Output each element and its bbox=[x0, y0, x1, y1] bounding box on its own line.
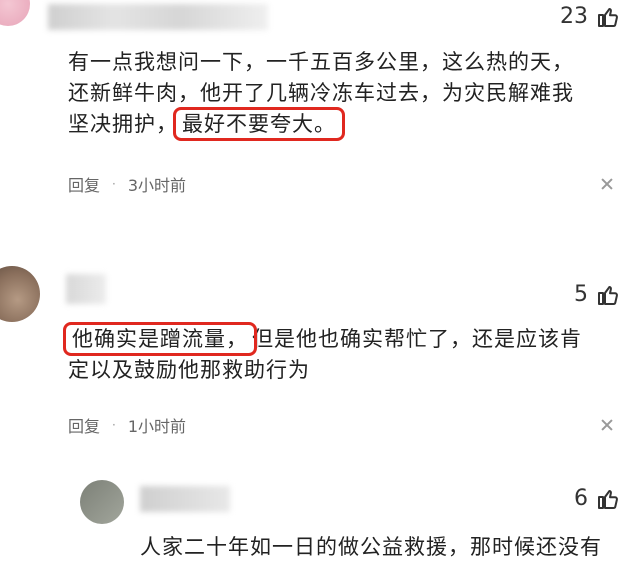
reply-button[interactable]: 回复 bbox=[68, 413, 100, 437]
text-line: 有一点我想问一下，一千五百多公里，这么热的天， bbox=[68, 50, 574, 74]
comment-meta: 回复 · 1小时前 bbox=[68, 413, 186, 437]
comment-text: 他确实是蹭流量， 但是他也确实帮忙了，还是应该肯 定以及鼓励他那救助行为 bbox=[63, 322, 628, 386]
highlighted-phrase: 最好不要夸大。 bbox=[173, 107, 345, 141]
like-count: 23 bbox=[560, 4, 588, 29]
highlighted-phrase: 他确实是蹭流量， bbox=[63, 322, 257, 356]
comment-1: 23 有一点我想问一下，一千五百多公里，这么热的天， 还新鲜牛肉，他开了几辆冷冻… bbox=[0, 0, 640, 220]
thumbs-up-icon bbox=[598, 285, 618, 305]
like-count: 5 bbox=[574, 282, 588, 307]
text-line-1: 他确实是蹭流量， 但是他也确实帮忙了，还是应该肯 bbox=[63, 322, 628, 356]
text-segment: 坚决拥护， bbox=[68, 112, 178, 136]
timestamp: 3小时前 bbox=[127, 176, 187, 195]
thumbs-up-icon bbox=[598, 7, 618, 27]
username-blurred[interactable] bbox=[140, 486, 230, 512]
text-line-3: 坚决拥护， 最好不要夸大。 bbox=[68, 107, 628, 141]
separator-dot: · bbox=[112, 177, 116, 191]
text-segment: 但是他也确实帮忙了，还是应该肯 bbox=[252, 327, 582, 351]
comment-meta: 回复 · 3小时前 bbox=[68, 172, 186, 196]
close-icon[interactable] bbox=[601, 419, 613, 431]
username-blurred[interactable] bbox=[48, 4, 268, 30]
like-button[interactable]: 23 bbox=[560, 4, 620, 29]
avatar[interactable] bbox=[80, 480, 124, 524]
like-button[interactable]: 6 bbox=[574, 486, 620, 511]
close-icon[interactable] bbox=[601, 178, 613, 190]
avatar[interactable] bbox=[0, 266, 40, 322]
reply-button[interactable]: 回复 bbox=[68, 172, 100, 196]
text-line: 还新鲜牛肉，他开了几辆冷冻车过去，为灾民解难我 bbox=[68, 81, 574, 105]
comment-3: 6 人家二十年如一日的做公益救援，那时候还没有 bbox=[0, 470, 640, 572]
like-count: 6 bbox=[574, 486, 588, 511]
text-line: 定以及鼓励他那救助行为 bbox=[68, 358, 310, 382]
avatar[interactable] bbox=[0, 0, 30, 26]
separator-dot: · bbox=[112, 418, 116, 432]
like-button[interactable]: 5 bbox=[574, 282, 620, 307]
comment-2: 5 他确实是蹭流量， 但是他也确实帮忙了，还是应该肯 定以及鼓励他那救助行为 回复… bbox=[0, 260, 640, 450]
username-blurred[interactable] bbox=[66, 274, 106, 304]
comment-text: 人家二十年如一日的做公益救援，那时候还没有 bbox=[140, 532, 630, 563]
text-line: 人家二十年如一日的做公益救援，那时候还没有 bbox=[140, 535, 602, 559]
thumbs-up-icon bbox=[598, 489, 618, 509]
timestamp: 1小时前 bbox=[127, 417, 187, 436]
comment-text: 有一点我想问一下，一千五百多公里，这么热的天， 还新鲜牛肉，他开了几辆冷冻车过去… bbox=[68, 47, 628, 141]
